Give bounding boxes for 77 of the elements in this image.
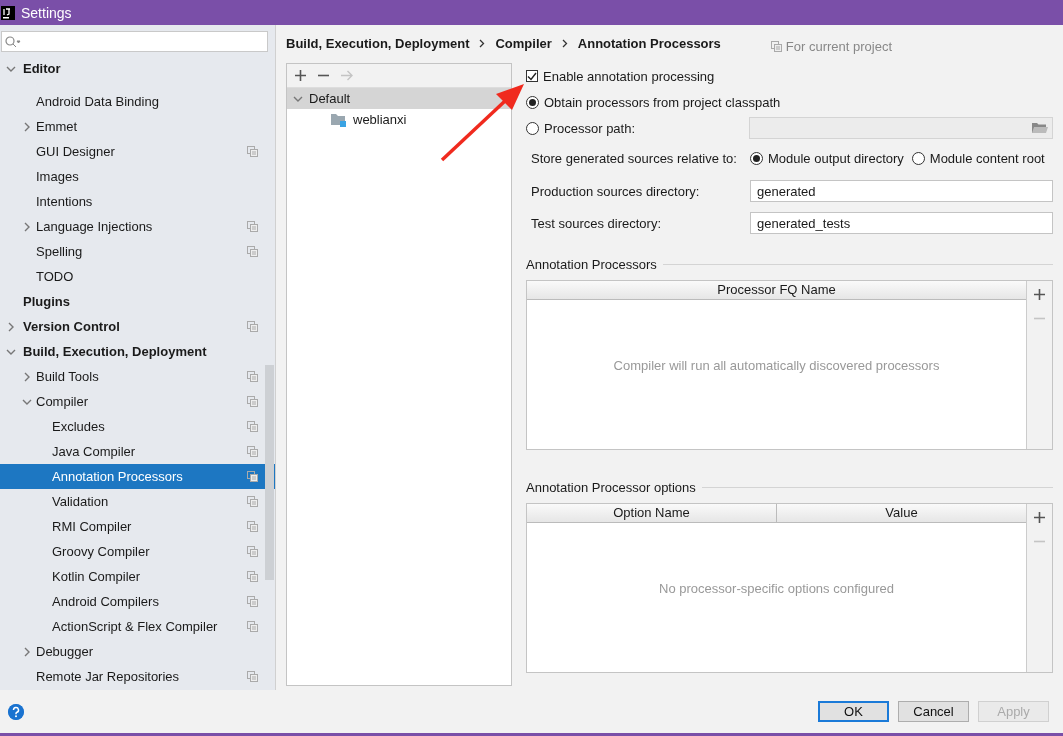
sidebar-item[interactable]: TODO bbox=[0, 264, 275, 289]
column-header[interactable]: Processor FQ Name bbox=[527, 281, 1026, 299]
radio-label: Processor path: bbox=[544, 120, 637, 136]
radio-button[interactable] bbox=[911, 151, 925, 165]
plus-icon[interactable] bbox=[295, 70, 306, 81]
sidebar-item[interactable]: Intentions bbox=[0, 189, 275, 214]
checkbox[interactable] bbox=[526, 70, 538, 82]
breadcrumb-item: Annotation Processors bbox=[577, 35, 721, 51]
sidebar-item[interactable]: Emmet bbox=[0, 114, 275, 139]
sidebar-item[interactable]: Plugins bbox=[0, 289, 275, 314]
chevron-right-icon[interactable] bbox=[23, 221, 31, 232]
search-field[interactable] bbox=[1, 31, 268, 52]
sidebar-item[interactable]: Version Control bbox=[0, 314, 275, 339]
plus-icon[interactable] bbox=[1034, 512, 1045, 523]
chevron-down-icon[interactable] bbox=[22, 397, 32, 406]
sidebar-item[interactable]: Images bbox=[0, 164, 275, 189]
chevron-right-icon bbox=[479, 38, 486, 48]
section-title: Annotation Processors bbox=[526, 257, 657, 272]
radio-label: Module content root bbox=[929, 150, 1045, 166]
radio-label: Module output directory bbox=[767, 150, 904, 166]
window-title: Settings bbox=[21, 4, 72, 21]
sidebar-item[interactable]: Remote Jar Repositories bbox=[0, 664, 275, 689]
text-field[interactable]: generated_tests bbox=[750, 212, 1053, 234]
radio-button[interactable] bbox=[749, 151, 763, 165]
radio-button[interactable] bbox=[526, 95, 539, 109]
breadcrumb-item: Compiler bbox=[495, 35, 552, 51]
sidebar-item[interactable]: RMI Compiler bbox=[0, 514, 275, 539]
dialog-button[interactable]: Cancel bbox=[898, 701, 969, 722]
sidebar-item[interactable]: Build, Execution, Deployment bbox=[0, 339, 275, 364]
sidebar-item[interactable]: GUI Designer bbox=[0, 139, 275, 164]
chevron-right-icon[interactable] bbox=[23, 371, 31, 382]
sidebar-item[interactable]: Annotation Processors bbox=[0, 464, 275, 489]
sidebar-item[interactable]: Build Tools bbox=[0, 364, 275, 389]
radio-button[interactable] bbox=[526, 121, 539, 135]
plus-icon[interactable] bbox=[1034, 289, 1045, 300]
sidebar-item[interactable]: Editor bbox=[0, 56, 275, 81]
section-title: Annotation Processor options bbox=[526, 480, 696, 495]
chevron-down-icon[interactable] bbox=[6, 64, 16, 73]
field-label: Test sources directory: bbox=[531, 215, 663, 231]
chevron-down-icon[interactable] bbox=[6, 347, 16, 356]
chevron-right-icon bbox=[561, 38, 568, 48]
copy-icon bbox=[770, 40, 782, 52]
sidebar-item[interactable]: Language Injections bbox=[0, 214, 275, 239]
sidebar-item[interactable]: Debugger bbox=[0, 639, 275, 664]
empty-text: No processor-specific options configured bbox=[659, 581, 894, 596]
radio-label: Obtain processors from project classpath bbox=[544, 94, 781, 110]
sidebar-item[interactable]: Validation bbox=[0, 489, 275, 514]
sidebar-item[interactable]: Groovy Compiler bbox=[0, 539, 275, 564]
profile-item[interactable]: Default bbox=[287, 88, 511, 109]
text-field[interactable]: generated bbox=[750, 180, 1053, 202]
sidebar-item[interactable]: Java Compiler bbox=[0, 439, 275, 464]
scrollbar-thumb[interactable] bbox=[265, 365, 274, 580]
column-header[interactable]: Option Name bbox=[527, 504, 777, 522]
chevron-down-icon[interactable] bbox=[293, 94, 303, 103]
profile-item[interactable]: weblianxi bbox=[287, 109, 511, 130]
field-label: Production sources directory: bbox=[531, 183, 701, 199]
column-header[interactable]: Value bbox=[777, 504, 1026, 522]
sidebar-item[interactable]: Android Data Binding bbox=[0, 89, 275, 114]
sidebar-item[interactable]: ActionScript & Flex Compiler bbox=[0, 614, 275, 639]
chevron-right-icon[interactable] bbox=[7, 321, 15, 332]
dialog-button[interactable]: OK bbox=[818, 701, 889, 722]
sidebar-item[interactable]: Excludes bbox=[0, 414, 275, 439]
sidebar-item[interactable]: Android Compilers bbox=[0, 589, 275, 614]
search-icon bbox=[5, 35, 21, 48]
sidebar-item[interactable]: Compiler bbox=[0, 389, 275, 414]
sidebar-item[interactable]: Spelling bbox=[0, 239, 275, 264]
chevron-right-icon[interactable] bbox=[23, 121, 31, 132]
module-folder-icon bbox=[331, 112, 347, 127]
sidebar-item[interactable]: Kotlin Compiler bbox=[0, 564, 275, 589]
scope-hint: For current project bbox=[785, 38, 893, 54]
breadcrumb-item: Build, Execution, Deployment bbox=[286, 35, 470, 51]
checkbox-label: Enable annotation processing bbox=[543, 68, 715, 84]
app-logo-icon bbox=[1, 5, 15, 20]
field-label: Store generated sources relative to: bbox=[531, 150, 737, 166]
chevron-right-icon[interactable] bbox=[23, 646, 31, 657]
help-icon[interactable] bbox=[8, 703, 24, 720]
empty-text: Compiler will run all automatically discovered processors bbox=[613, 358, 940, 373]
